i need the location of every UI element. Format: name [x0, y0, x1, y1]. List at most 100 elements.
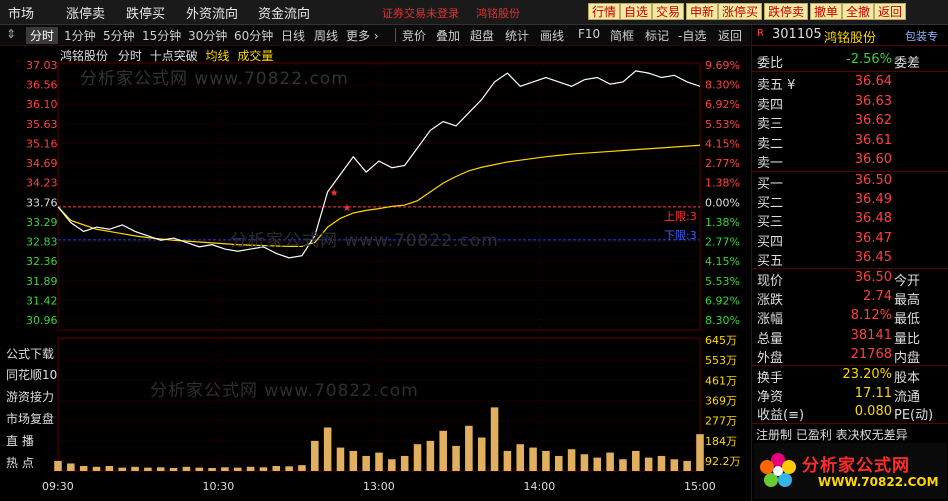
volume-bar [336, 447, 345, 471]
btn-back[interactable]: 返回 [874, 3, 907, 20]
tool-stats[interactable]: 统计 [505, 27, 529, 44]
btn-limit-down-sell[interactable]: 跌停卖 [764, 3, 809, 20]
ratio-value: -2.56% [846, 52, 892, 67]
volume-bar [259, 467, 268, 471]
btn-watchlist[interactable]: 自选 [620, 3, 653, 20]
volume-bar [644, 457, 653, 471]
chart-indicator: 十点突破 [149, 49, 198, 63]
stat-row[interactable]: 涨跌 2.74 最高 [752, 289, 948, 308]
limit-up-label: 上限:3 [664, 210, 697, 223]
tool-draw[interactable]: 画线 [540, 27, 564, 44]
tool-back[interactable]: 返回 [718, 27, 742, 44]
period-toolbar: ⇕ 分时 1分钟 5分钟 15分钟 30分钟 60分钟 日线 周线 更多 › 竞… [0, 25, 750, 46]
watermark: 分析家公式网 www.70822.com [150, 381, 419, 401]
volume-bar [670, 459, 679, 471]
side-hotspot[interactable]: 热 点 [6, 454, 34, 471]
time-tick-label: 14:00 [524, 480, 556, 493]
volume-bar [452, 445, 460, 471]
stat-value: 36.50 [854, 270, 892, 285]
tab-intraday[interactable]: 分时 [26, 27, 59, 44]
tab-5min[interactable]: 5分钟 [103, 27, 135, 44]
nav-left-icon[interactable]: ⇕ [6, 27, 16, 41]
bid-row[interactable]: 买五 36.45 [752, 250, 948, 269]
brand-logo: 分析家公式网 WWW.70822.COM [754, 443, 947, 499]
ask-row[interactable]: 卖二 36.61 [752, 133, 948, 152]
menu-limit-down-buy[interactable]: 跌停买 [126, 3, 165, 22]
btn-cancel-all[interactable]: 全撤 [842, 3, 875, 20]
menu-market[interactable]: 市场 [8, 3, 34, 22]
volume-bar [593, 457, 602, 471]
stats2-row[interactable]: 净资 17.11 流通 [752, 386, 948, 405]
volume-bar [606, 452, 614, 471]
stats2-row[interactable]: 收益(≡) 0.080 PE(动) [752, 404, 948, 423]
stat-row[interactable]: 涨幅 8.12% 最低 [752, 308, 948, 327]
btn-limit-up-buy[interactable]: 涨停买 [718, 3, 763, 20]
side-formula-download[interactable]: 公式下载 [6, 345, 54, 362]
ask-label: 卖一 [757, 156, 784, 171]
tab-30min[interactable]: 30分钟 [188, 27, 227, 44]
menu-limit-up-sell[interactable]: 涨停卖 [66, 3, 105, 22]
tab-more[interactable]: 更多 › [346, 27, 379, 44]
tab-15min[interactable]: 15分钟 [142, 27, 181, 44]
stats2-label: 换手 [757, 371, 784, 386]
tool-add-watch[interactable]: -自选 [678, 27, 706, 44]
menu-foreign-flow[interactable]: 外资流向 [186, 3, 238, 22]
ratio-label: 委比 [757, 56, 784, 71]
stat-value: 8.12% [850, 308, 892, 324]
price-tick-label: 35.16 [26, 137, 58, 150]
chart-canvas[interactable]: 37.03 9.69% 36.56 8.30% 36.10 6.92% 35.63 5.53%… [0, 46, 750, 501]
stat-label: 涨幅 [757, 312, 784, 328]
btn-trade[interactable]: 交易 [652, 3, 685, 20]
stat-row[interactable]: 现价 36.50 今开 [752, 270, 948, 289]
volume-bar [426, 440, 435, 471]
ask-label: 卖四 [757, 97, 784, 113]
watermark: 分析家公式网 www.70822.com [80, 69, 349, 89]
side-live[interactable]: 直 播 [6, 432, 34, 449]
ask-row[interactable]: 卖四 36.63 [752, 94, 948, 113]
tool-f10[interactable]: F10 [578, 27, 600, 41]
ask-row[interactable]: 卖五 ¥ 36.64 [752, 74, 948, 93]
bid-row[interactable]: 买四 36.47 [752, 231, 948, 250]
tool-super[interactable]: 超盘 [470, 27, 494, 44]
price-tick-label: 30.96 [26, 314, 58, 327]
tool-frame[interactable]: 简框 [610, 27, 634, 44]
stats2-row[interactable]: 换手 23.20% 股本 [752, 367, 948, 386]
menu-capital-flow[interactable]: 资金流向 [258, 3, 310, 22]
btn-cancel[interactable]: 撤单 [810, 3, 843, 20]
pct-tick-label: 2.77% [705, 157, 740, 170]
stat-row[interactable]: 总量 38141 量比 [752, 328, 948, 347]
price-tick-label: 32.36 [26, 255, 58, 268]
side-market-review[interactable]: 市场复盘 [6, 410, 54, 427]
top-menu-bar: 市场 涨停卖 跌停买 外资流向 资金流向 证券交易未登录 鸿铭股份 行情 自选 … [0, 0, 948, 25]
bid-row[interactable]: 买二 36.49 [752, 192, 948, 211]
intraday-chart[interactable]: 37.03 9.69% 36.56 8.30% 36.10 6.92% 35.63 5.53%… [0, 46, 750, 501]
ask-row[interactable]: 卖三 36.62 [752, 113, 948, 132]
stat-row[interactable]: 外盘 21768 内盘 [752, 347, 948, 366]
price-tick-label: 31.42 [26, 294, 58, 307]
bid-value: 36.49 [854, 192, 892, 208]
tool-mark[interactable]: 标记 [645, 27, 669, 44]
bid-label: 买五 [757, 253, 784, 269]
tab-60min[interactable]: 60分钟 [234, 27, 273, 44]
sector-tag[interactable]: 包装专 [905, 28, 938, 44]
vol-tick-label: 277万 [705, 415, 737, 428]
ask-row[interactable]: 卖一 36.60 [752, 152, 948, 171]
bid-row[interactable]: 买三 36.48 [752, 211, 948, 230]
bid-row[interactable]: 买一 36.50 [752, 173, 948, 192]
btn-quote[interactable]: 行情 [588, 3, 621, 20]
ask-value: 36.61 [854, 132, 892, 148]
tool-overlay[interactable]: 叠加 [436, 27, 460, 44]
volume-bar [516, 444, 525, 471]
side-hot-money[interactable]: 游资接力 [6, 388, 54, 405]
stat-label: 涨跌 [757, 293, 784, 309]
tab-daily[interactable]: 日线 [281, 27, 305, 44]
pct-tick-label: 9.69% [705, 59, 740, 72]
divider [752, 268, 948, 269]
stock-name: 鸿铭股份 [824, 31, 877, 46]
tab-1min[interactable]: 1分钟 [64, 27, 96, 44]
btn-ipo[interactable]: 申新 [686, 3, 719, 20]
side-ths10[interactable]: 同花顺10 [6, 366, 57, 383]
tab-weekly[interactable]: 周线 [314, 27, 338, 44]
volume-bar [657, 455, 666, 471]
tool-auction[interactable]: 竞价 [402, 27, 426, 44]
